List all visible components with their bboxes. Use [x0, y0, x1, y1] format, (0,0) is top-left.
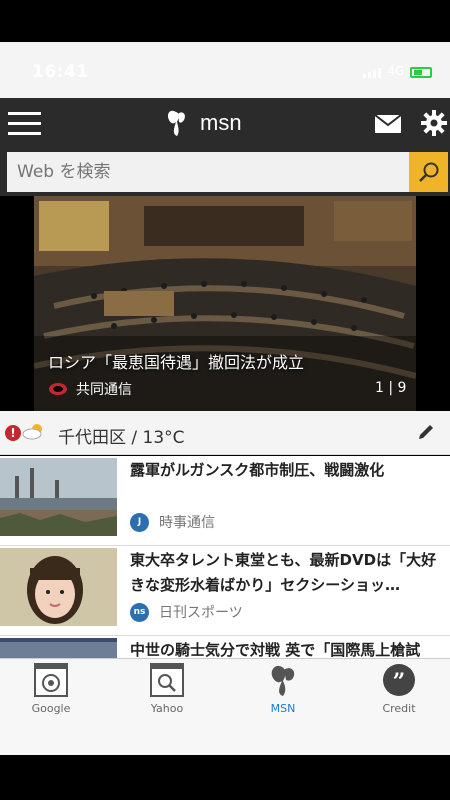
status-bar: 16:41 4G — [0, 42, 450, 98]
news-thumbnail — [0, 458, 117, 536]
butterfly-icon — [167, 110, 185, 136]
news-title: 露軍がルガンスク都市制圧、戦闘激化 — [130, 461, 385, 479]
search-bar — [0, 150, 450, 196]
news-source: J 時事通信 — [130, 512, 215, 532]
hero-source-name: 共同通信 — [76, 382, 132, 398]
weather-location-temp: 千代田区 / 13°C — [58, 428, 185, 448]
hero-story[interactable]: ロシア「最恵国待遇」撤回法が成立 共同通信 1 | 9 — [0, 196, 450, 411]
news-item[interactable]: 中世の騎士気分で対戦 英で「国際馬上槍試 — [0, 636, 450, 658]
news-source: ns 日刊スポーツ — [130, 602, 243, 622]
news-title: 中世の騎士気分で対戦 英で「国際馬上槍試 — [130, 641, 421, 658]
news-title: 東大卒タレント東堂とも、最新DVDは「大好きな変形水着ばかり」セクシーショッ… — [130, 551, 437, 594]
search-button[interactable] — [409, 152, 448, 192]
network-type: 4G — [387, 64, 404, 78]
svg-text:”: ” — [393, 669, 406, 695]
mail-icon[interactable] — [374, 114, 402, 134]
google-tab-icon — [34, 663, 68, 697]
msn-tab-icon — [271, 665, 295, 696]
kyodo-logo-icon — [49, 383, 67, 395]
news-source-name: 時事通信 — [159, 515, 215, 531]
hero-title: ロシア「最恵国待遇」撤回法が成立 — [48, 353, 305, 372]
news-source-name: 日刊スポーツ — [159, 605, 243, 621]
tab-label: Google — [31, 702, 71, 715]
signal-icon — [363, 68, 382, 78]
alert-icon: ! — [5, 425, 21, 441]
status-indicators: 4G — [363, 64, 432, 78]
app-header: msn — [0, 98, 450, 150]
menu-icon[interactable] — [8, 112, 41, 136]
tab-msn[interactable]: MSN — [227, 659, 339, 719]
tab-credit[interactable]: ” Credit — [343, 659, 450, 719]
yahoo-tab-icon — [150, 663, 184, 697]
gear-icon[interactable] — [421, 110, 447, 136]
search-input[interactable] — [7, 152, 409, 192]
tab-label: Yahoo — [150, 702, 184, 715]
bottom-bezel — [0, 755, 450, 800]
top-bezel — [0, 0, 450, 42]
news-item[interactable]: 露軍がルガンスク都市制圧、戦闘激化 J 時事通信 — [0, 456, 450, 546]
tab-google[interactable]: Google — [0, 659, 107, 719]
tab-bar: Google Yahoo MSN ” Credit — [0, 658, 450, 755]
news-thumbnail — [0, 548, 117, 626]
jiji-logo-icon: J — [130, 512, 149, 532]
tab-label: Credit — [382, 702, 416, 715]
tab-yahoo[interactable]: Yahoo — [111, 659, 223, 719]
msn-logo[interactable]: msn — [164, 108, 242, 138]
news-thumbnail — [0, 638, 117, 658]
weather-bar[interactable]: ! 千代田区 / 13°C — [0, 411, 450, 455]
news-feed: 露軍がルガンスク都市制圧、戦闘激化 J 時事通信 東大卒タレント東堂とも、最新D… — [0, 456, 450, 658]
hero-source: 共同通信 — [48, 379, 132, 399]
news-item[interactable]: 東大卒タレント東堂とも、最新DVDは「大好きな変形水着ばかり」セクシーショッ… … — [0, 546, 450, 636]
nikkan-sports-logo-icon: ns — [130, 602, 149, 622]
search-icon — [418, 162, 438, 182]
battery-icon — [410, 67, 432, 78]
partly-cloudy-icon — [22, 424, 42, 440]
hero-page-indicator: 1 | 9 — [375, 380, 407, 396]
tab-label: MSN — [270, 702, 296, 715]
credit-tab-icon: ” — [383, 664, 415, 696]
pencil-icon[interactable] — [416, 422, 436, 442]
app-name: msn — [200, 110, 242, 135]
status-time: 16:41 — [32, 62, 89, 82]
